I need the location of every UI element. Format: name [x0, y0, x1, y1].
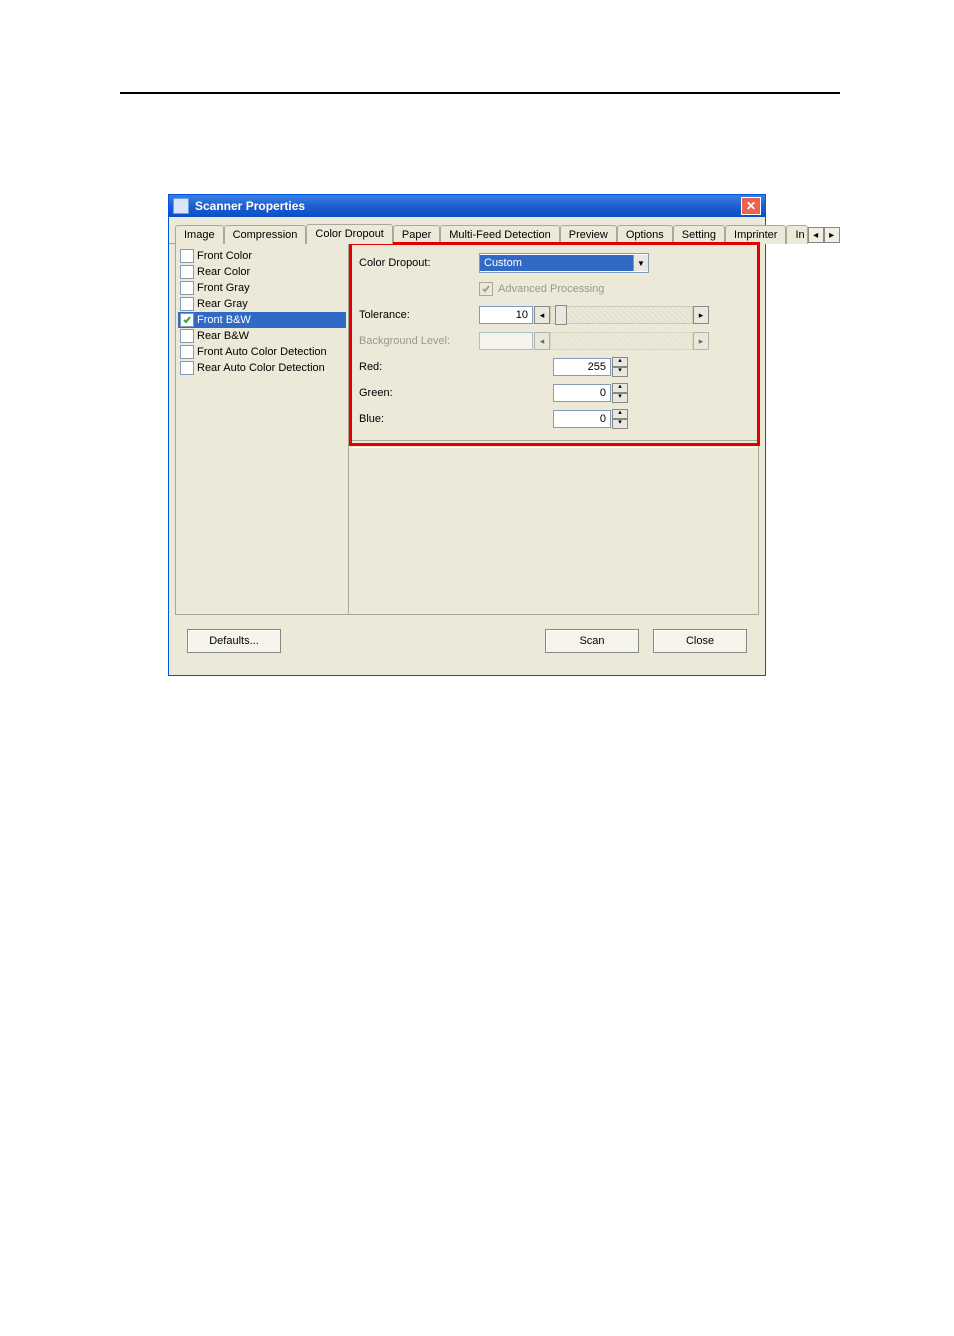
tolerance-slider[interactable]: 10 ◂ ▸ — [479, 306, 709, 324]
red-spinner[interactable]: 255 ▴▾ — [553, 357, 628, 377]
tab-imprinter[interactable]: Imprinter — [725, 225, 786, 244]
tab-label: Setting — [682, 229, 716, 241]
tab-compression[interactable]: Compression — [224, 225, 307, 244]
image-mode-list: Front Color Rear Color Front Gray Rear G… — [176, 244, 349, 614]
spin-up-icon[interactable]: ▴ — [612, 409, 628, 419]
button-label: Scan — [579, 635, 604, 647]
checkbox-icon — [479, 282, 493, 296]
mode-front-color[interactable]: Front Color — [178, 248, 346, 264]
close-icon[interactable]: ✕ — [741, 197, 761, 215]
close-button[interactable]: Close — [653, 629, 747, 653]
tab-strip: Image Compression Color Dropout Paper Mu… — [169, 217, 765, 244]
tab-label: Color Dropout — [315, 228, 383, 240]
mode-front-gray[interactable]: Front Gray — [178, 280, 346, 296]
tab-scroll-left-icon[interactable]: ◂ — [808, 227, 824, 243]
tab-label: Multi-Feed Detection — [449, 229, 551, 241]
background-slider: ◂ ▸ — [479, 332, 709, 350]
tab-label: Compression — [233, 229, 298, 241]
green-spinner[interactable]: 0 ▴▾ — [553, 383, 628, 403]
panel-separator — [349, 440, 758, 448]
label-blue: Blue: — [349, 413, 479, 425]
checkbox-icon[interactable] — [180, 265, 194, 279]
mode-front-bw[interactable]: Front B&W — [178, 312, 346, 328]
mode-front-auto[interactable]: Front Auto Color Detection — [178, 344, 346, 360]
tab-label: Image — [184, 229, 215, 241]
blue-spinner[interactable]: 0 ▴▾ — [553, 409, 628, 429]
slider-left-icon[interactable]: ◂ — [534, 306, 550, 324]
blue-value[interactable]: 0 — [553, 410, 611, 428]
mode-label: Rear Auto Color Detection — [197, 362, 325, 374]
tab-options[interactable]: Options — [617, 225, 673, 244]
tab-preview[interactable]: Preview — [560, 225, 617, 244]
tab-scroll: ◂ ▸ — [808, 227, 840, 243]
tab-label: Imprinter — [734, 229, 777, 241]
scan-button[interactable]: Scan — [545, 629, 639, 653]
checkbox-icon[interactable] — [180, 249, 194, 263]
checkbox-icon[interactable] — [180, 361, 194, 375]
red-value[interactable]: 255 — [553, 358, 611, 376]
tab-color-dropout[interactable]: Color Dropout — [306, 224, 392, 244]
mode-rear-bw[interactable]: Rear B&W — [178, 328, 346, 344]
green-value[interactable]: 0 — [553, 384, 611, 402]
button-label: Defaults... — [209, 635, 259, 647]
mode-label: Front Color — [197, 250, 252, 262]
button-label: Close — [686, 635, 714, 647]
spin-down-icon[interactable]: ▾ — [612, 367, 628, 377]
tab-paper[interactable]: Paper — [393, 225, 440, 244]
mode-rear-color[interactable]: Rear Color — [178, 264, 346, 280]
checkbox-icon[interactable] — [180, 313, 194, 327]
tab-image[interactable]: Image — [175, 225, 224, 244]
select-value: Custom — [480, 255, 633, 271]
slider-left-icon: ◂ — [534, 332, 550, 350]
mode-rear-auto[interactable]: Rear Auto Color Detection — [178, 360, 346, 376]
spin-down-icon[interactable]: ▾ — [612, 419, 628, 429]
mode-label: Rear Color — [197, 266, 250, 278]
tab-multifeed[interactable]: Multi-Feed Detection — [440, 225, 560, 244]
slider-track — [550, 332, 693, 350]
app-icon — [173, 198, 189, 214]
background-value — [479, 332, 533, 350]
label-green: Green: — [349, 387, 479, 399]
dialog-buttons: Defaults... Scan Close — [175, 615, 759, 667]
chevron-down-icon[interactable]: ▼ — [633, 255, 648, 271]
tolerance-value: 10 — [479, 306, 533, 324]
label-color-dropout: Color Dropout: — [349, 257, 479, 269]
tab-setting[interactable]: Setting — [673, 225, 725, 244]
tab-label: In — [795, 229, 804, 241]
advanced-processing-checkbox: Advanced Processing — [479, 282, 604, 296]
spin-up-icon[interactable]: ▴ — [612, 357, 628, 367]
mode-label: Rear Gray — [197, 298, 248, 310]
slider-track[interactable] — [550, 306, 693, 324]
label-background-level: Background Level: — [349, 335, 479, 347]
checkbox-icon[interactable] — [180, 345, 194, 359]
slider-right-icon: ▸ — [693, 332, 709, 350]
color-dropout-select[interactable]: Custom ▼ — [479, 253, 649, 273]
mode-label: Rear B&W — [197, 330, 249, 342]
page-divider — [120, 92, 840, 94]
title-bar[interactable]: Scanner Properties ✕ — [169, 195, 765, 217]
scanner-properties-window: Scanner Properties ✕ Image Compression C… — [168, 194, 766, 676]
window-title: Scanner Properties — [195, 199, 741, 213]
tab-scroll-right-icon[interactable]: ▸ — [824, 227, 840, 243]
spin-down-icon[interactable]: ▾ — [612, 393, 628, 403]
checkbox-icon[interactable] — [180, 297, 194, 311]
defaults-button[interactable]: Defaults... — [187, 629, 281, 653]
checkbox-icon[interactable] — [180, 281, 194, 295]
spin-up-icon[interactable]: ▴ — [612, 383, 628, 393]
advanced-processing-label: Advanced Processing — [498, 283, 604, 295]
color-dropout-panel: Color Dropout: Custom ▼ Advanced Process… — [349, 244, 758, 614]
tab-label: Paper — [402, 229, 431, 241]
slider-thumb[interactable] — [555, 305, 567, 325]
mode-rear-gray[interactable]: Rear Gray — [178, 296, 346, 312]
checkbox-icon[interactable] — [180, 329, 194, 343]
label-red: Red: — [349, 361, 479, 373]
tab-label: Options — [626, 229, 664, 241]
tab-label: Preview — [569, 229, 608, 241]
mode-label: Front Auto Color Detection — [197, 346, 327, 358]
mode-label: Front B&W — [197, 314, 251, 326]
mode-label: Front Gray — [197, 282, 250, 294]
label-tolerance: Tolerance: — [349, 309, 479, 321]
slider-right-icon[interactable]: ▸ — [693, 306, 709, 324]
tab-truncated[interactable]: In — [786, 225, 807, 244]
